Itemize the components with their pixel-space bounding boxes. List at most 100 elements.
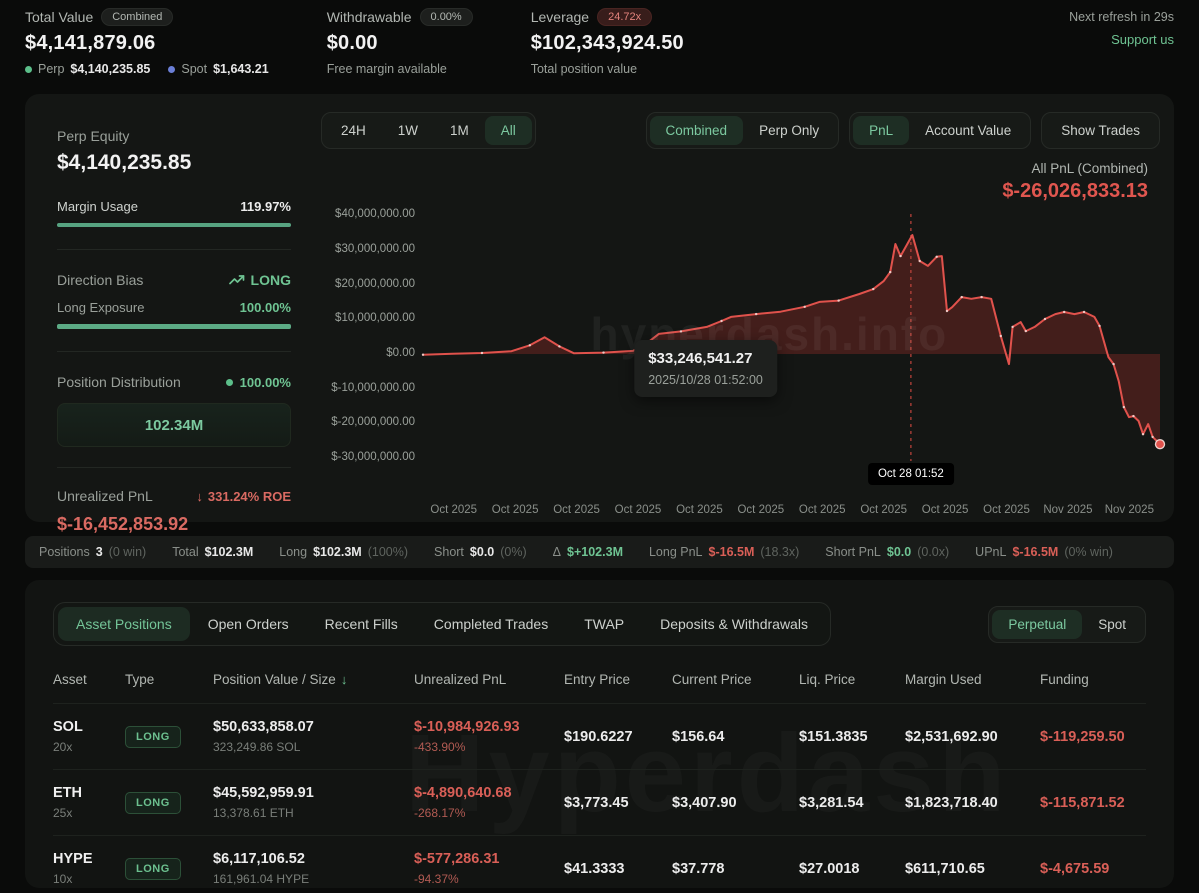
chart-panel: 24H1W1MAll CombinedPerp Only PnLAccount … [321, 94, 1174, 522]
margin-usage-label: Margin Usage [57, 199, 138, 214]
leverage-value: $102,343,924.50 [531, 32, 684, 55]
sort-desc-icon: ↓ [341, 672, 348, 687]
positions-table: AssetTypePosition Value / Size↓Unrealize… [53, 666, 1146, 888]
perp-equity-label: Perp Equity [57, 128, 291, 144]
column-header-margin-used[interactable]: Margin Used [905, 672, 1040, 687]
long-exposure-value: 100.00% [240, 300, 291, 315]
show-trades-group: Show Trades [1041, 112, 1160, 149]
summary-short-pnl: Short PnL$0.0(0.0x) [825, 545, 949, 559]
all-pnl-label: All PnL (Combined) [321, 161, 1148, 176]
distribution-box-value: 102.34M [145, 417, 203, 434]
x-tick-label: Oct 2025 [669, 504, 730, 516]
positions-tabs: Asset PositionsOpen OrdersRecent FillsCo… [53, 602, 831, 646]
side-badge: LONG [125, 858, 181, 880]
column-header-liq-price[interactable]: Liq. Price [799, 672, 905, 687]
equity-chart-card: Perp Equity $4,140,235.85 Margin Usage 1… [25, 94, 1174, 522]
tooltip-value: $33,246,541.27 [648, 350, 763, 367]
all-pnl-value: $-26,026,833.13 [321, 180, 1148, 203]
summary-upnl: UPnL$-16.5M(0% win) [975, 545, 1113, 559]
column-header-asset[interactable]: Asset [53, 672, 125, 687]
metric-account-value[interactable]: Account Value [909, 116, 1027, 145]
range-1w[interactable]: 1W [382, 116, 434, 145]
metric-pnl[interactable]: PnL [853, 116, 909, 145]
y-tick-label: $-30,000,000.00 [331, 451, 415, 463]
column-header-entry-price[interactable]: Entry Price [564, 672, 672, 687]
range-all[interactable]: All [485, 116, 532, 145]
x-tick-label: Oct 2025 [853, 504, 914, 516]
dashboard: Total Value Combined $4,141,879.06 Perp … [0, 0, 1199, 888]
combined-perp-toggle: CombinedPerp Only [646, 112, 840, 149]
y-tick-label: $-10,000,000.00 [331, 382, 415, 394]
y-tick-label: $40,000,000.00 [335, 208, 415, 220]
long-exposure-label: Long Exposure [57, 300, 144, 315]
market-perpetual[interactable]: Perpetual [992, 610, 1082, 639]
support-us-link[interactable]: Support us [1069, 32, 1174, 47]
perp-value: $4,140,235.85 [70, 62, 150, 76]
x-tick-label: Oct 2025 [607, 504, 668, 516]
pnl-area-chart[interactable] [423, 209, 1160, 474]
distribution-dot-icon [226, 379, 233, 386]
x-tick-label: Oct 2025 [546, 504, 607, 516]
margin-usage-bar [57, 223, 291, 227]
spot-dot-icon [168, 66, 175, 73]
summary-long-pnl: Long PnL$-16.5M(18.3x) [649, 545, 799, 559]
y-tick-label: $10,000,000.00 [335, 312, 415, 324]
total-value-label: Total Value [25, 9, 93, 25]
chart-x-axis-tooltip: Oct 28 01:52 [868, 463, 954, 485]
withdrawable-value: $0.00 [327, 32, 473, 55]
y-tick-label: $20,000,000.00 [335, 278, 415, 290]
account-stats-panel: Perp Equity $4,140,235.85 Margin Usage 1… [25, 94, 321, 522]
spot-value: $1,643.21 [213, 62, 269, 76]
position-row-hype[interactable]: HYPE10xLONG$6,117,106.52161,961.04 HYPE$… [53, 835, 1146, 888]
x-tick-label: Oct 2025 [792, 504, 853, 516]
tab-completed-trades[interactable]: Completed Trades [416, 607, 566, 641]
direction-bias-label: Direction Bias [57, 272, 143, 288]
margin-usage-value: 119.97% [240, 199, 291, 214]
time-range-group: 24H1W1MAll [321, 112, 536, 149]
withdrawable-pct-badge: 0.00% [420, 8, 473, 26]
long-exposure-bar [57, 324, 291, 329]
withdrawable-stat: Withdrawable 0.00% $0.00 Free margin ava… [327, 8, 473, 76]
position-row-eth[interactable]: ETH25xLONG$45,592,959.9113,378.61 ETH$-4… [53, 769, 1146, 835]
tab-twap[interactable]: TWAP [566, 607, 642, 641]
perp-dot-icon [25, 66, 32, 73]
leverage-stat: Leverage 24.72x $102,343,924.50 Total po… [531, 8, 684, 76]
summary-short: Short$0.0(0%) [434, 545, 527, 559]
column-header-funding[interactable]: Funding [1040, 672, 1146, 687]
pnl-chart[interactable]: $40,000,000.00$30,000,000.00$20,000,000.… [321, 209, 1160, 498]
range-24h[interactable]: 24H [325, 116, 382, 145]
arrow-down-icon: ↓ [196, 489, 203, 504]
mode-perp-only[interactable]: Perp Only [743, 116, 835, 145]
pnl-account-toggle: PnLAccount Value [849, 112, 1031, 149]
tab-open-orders[interactable]: Open Orders [190, 607, 307, 641]
mode-combined[interactable]: Combined [650, 116, 744, 145]
direction-bias-value: LONG [251, 272, 291, 288]
unrealized-pnl-label: Unrealized PnL [57, 488, 153, 504]
tab-asset-positions[interactable]: Asset Positions [58, 607, 190, 641]
positions-summary-bar: Positions3(0 win)Total$102.3MLong$102.3M… [25, 536, 1174, 568]
column-header-current-price[interactable]: Current Price [672, 672, 799, 687]
leverage-sub: Total position value [531, 62, 637, 76]
unrealized-pnl-value: $-16,452,853.92 [57, 514, 291, 535]
y-tick-label: $0.00 [386, 347, 415, 359]
leverage-label: Leverage [531, 9, 589, 25]
position-row-sol[interactable]: SOL20xLONG$50,633,858.07323,249.86 SOL$-… [53, 703, 1146, 769]
range-1m[interactable]: 1M [434, 116, 485, 145]
column-header-unrealized-pnl[interactable]: Unrealized PnL [414, 672, 564, 687]
topbar: Total Value Combined $4,141,879.06 Perp … [25, 8, 1174, 84]
total-value: $4,141,879.06 [25, 32, 269, 55]
x-tick-label: Oct 2025 [423, 504, 484, 516]
column-header-position-value-size[interactable]: Position Value / Size↓ [213, 672, 414, 687]
withdrawable-sub: Free margin available [327, 62, 447, 76]
x-tick-label: Oct 2025 [976, 504, 1037, 516]
tab-recent-fills[interactable]: Recent Fills [307, 607, 416, 641]
roe-value: 331.24% ROE [208, 489, 291, 504]
market-spot[interactable]: Spot [1082, 610, 1142, 639]
chart-y-axis: $40,000,000.00$30,000,000.00$20,000,000.… [321, 209, 423, 498]
distribution-box[interactable]: 102.34M [57, 403, 291, 447]
toggle-show-trades[interactable]: Show Trades [1045, 116, 1156, 145]
summary-long: Long$102.3M(100%) [279, 545, 408, 559]
column-header-type[interactable]: Type [125, 672, 213, 687]
tooltip-timestamp: 2025/10/28 01:52:00 [648, 373, 763, 387]
tab-deposits-withdrawals[interactable]: Deposits & Withdrawals [642, 607, 826, 641]
